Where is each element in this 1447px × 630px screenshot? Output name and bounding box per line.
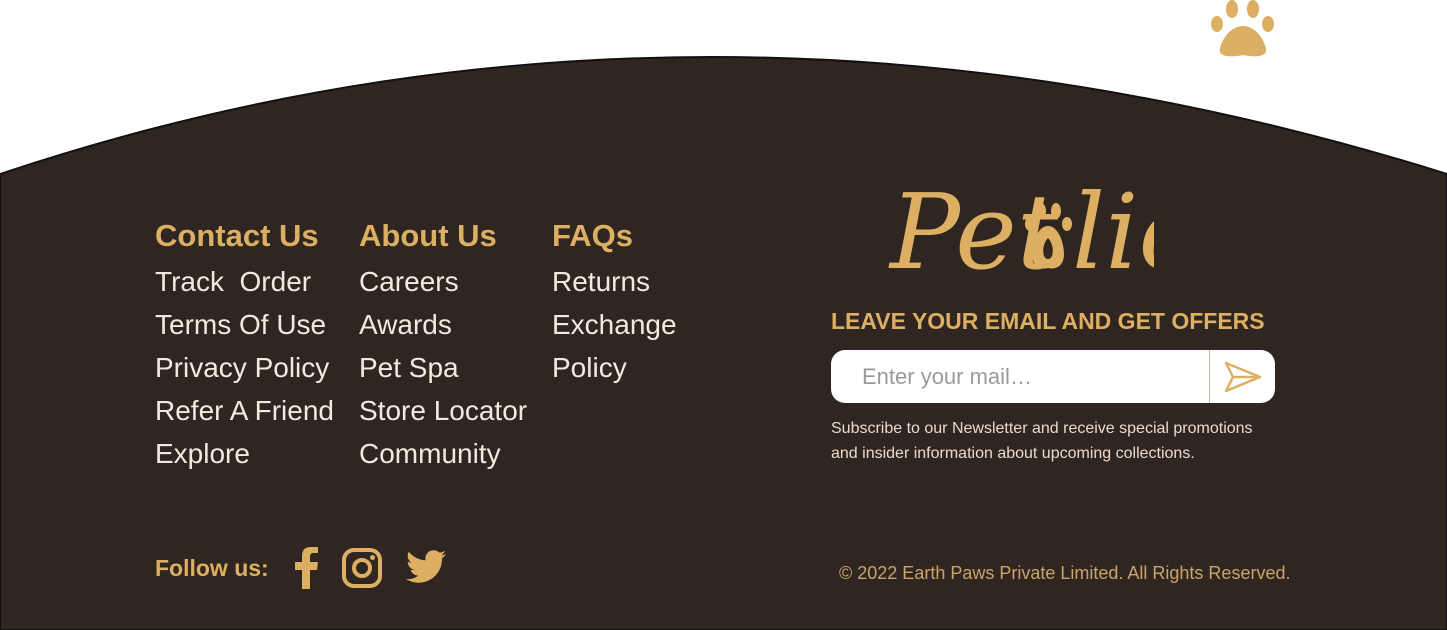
logo-text-end: lic <box>1072 171 1154 280</box>
footer-link-exchange[interactable]: Exchange <box>552 303 677 346</box>
footer-column-about: About Us Careers Awards Pet Spa Store Lo… <box>359 216 527 475</box>
footer-link-privacy[interactable]: Privacy Policy <box>155 346 334 389</box>
footer-link-community[interactable]: Community <box>359 432 527 475</box>
brand-logo: Pet lic <box>888 171 1154 280</box>
newsletter-form <box>831 350 1275 403</box>
footer-column-faqs: FAQs Returns Exchange Policy <box>552 216 677 389</box>
copyright-text: © 2022 Earth Paws Private Limited. All R… <box>839 563 1291 583</box>
email-input[interactable] <box>831 350 1209 403</box>
page: Contact Us Track Order Terms Of Use Priv… <box>0 0 1447 630</box>
subscribe-button[interactable] <box>1210 350 1275 403</box>
footer-link-policy[interactable]: Policy <box>552 346 677 389</box>
footer-link-terms[interactable]: Terms Of Use <box>155 303 334 346</box>
footer-link-track-order[interactable]: Track Order <box>155 260 334 303</box>
column-heading: About Us <box>359 218 497 253</box>
column-heading: FAQs <box>552 218 633 253</box>
follow-label: Follow us: <box>155 554 269 581</box>
footer-link-refer[interactable]: Refer A Friend <box>155 389 334 432</box>
footer-link-awards[interactable]: Awards <box>359 303 527 346</box>
footer-link-explore[interactable]: Explore <box>155 432 334 475</box>
instagram-icon[interactable] <box>341 547 383 589</box>
newsletter-heading: LEAVE YOUR EMAIL AND GET OFFERS <box>831 308 1265 334</box>
column-heading: Contact Us <box>155 218 319 253</box>
newsletter-description: Subscribe to our Newsletter and receive … <box>831 420 1253 462</box>
footer-column-contact: Contact Us Track Order Terms Of Use Priv… <box>155 216 334 475</box>
footer-link-returns[interactable]: Returns <box>552 260 677 303</box>
twitter-icon[interactable] <box>405 550 447 586</box>
paw-icon <box>1211 0 1274 57</box>
footer-link-pet-spa[interactable]: Pet Spa <box>359 346 527 389</box>
social-links: Follow us: <box>155 545 469 591</box>
footer-link-store-locator[interactable]: Store Locator <box>359 389 527 432</box>
facebook-icon[interactable] <box>293 547 319 589</box>
footer-link-careers[interactable]: Careers <box>359 260 527 303</box>
send-icon <box>1224 361 1261 392</box>
